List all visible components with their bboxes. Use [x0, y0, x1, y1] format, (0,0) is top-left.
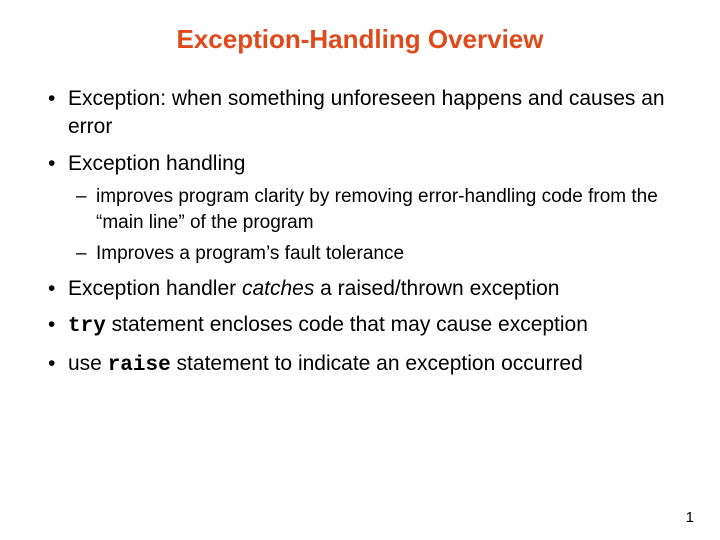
emphasis-text: catches: [242, 277, 314, 300]
list-item: Exception: when something unforeseen hap…: [40, 85, 680, 142]
list-item: try statement encloses code that may cau…: [40, 311, 680, 341]
list-item: Exception handler catches a raised/throw…: [40, 275, 680, 303]
code-text: try: [68, 315, 106, 338]
list-item: improves program clarity by removing err…: [68, 184, 680, 235]
sub-list: improves program clarity by removing err…: [68, 184, 680, 267]
text: use: [68, 352, 108, 375]
list-item-text: Exception handling: [68, 152, 245, 175]
text: statement to indicate an exception occur…: [171, 352, 583, 375]
list-item: Exception handling improves program clar…: [40, 150, 680, 267]
text: statement encloses code that may cause e…: [106, 313, 588, 336]
page-number: 1: [686, 509, 694, 526]
code-text: raise: [108, 354, 171, 377]
list-item: Improves a program’s fault tolerance: [68, 241, 680, 267]
slide-title: Exception-Handling Overview: [40, 24, 680, 55]
list-item: use raise statement to indicate an excep…: [40, 350, 680, 380]
text: a raised/thrown exception: [314, 277, 559, 300]
text: Exception handler: [68, 277, 242, 300]
bullet-list: Exception: when something unforeseen hap…: [40, 85, 680, 380]
